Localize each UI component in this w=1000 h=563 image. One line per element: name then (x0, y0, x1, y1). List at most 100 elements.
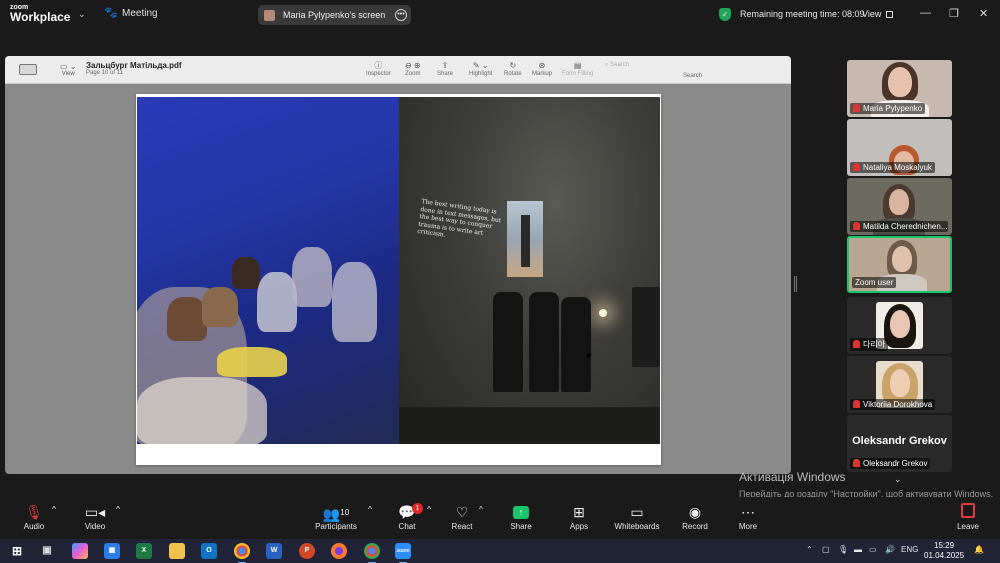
search-placeholder: Search (610, 62, 630, 68)
rotate-button[interactable]: ↻ Rotate (504, 60, 522, 77)
audio-options-caret[interactable]: ^ (48, 505, 60, 514)
participant-tile[interactable]: Viktoriia Dorokhova (847, 356, 952, 413)
zoom-icon[interactable]: zoom (395, 543, 411, 563)
minimize-icon[interactable]: — (920, 7, 931, 19)
zoom-workplace-logo[interactable]: zoom Workplace (10, 4, 70, 23)
more-icon: ⋯ (741, 504, 755, 520)
zoom-label: Zoom (405, 71, 421, 77)
participant-tile[interactable]: Oleksandr Grekov Oleksandr Grekov (847, 415, 952, 472)
close-icon[interactable]: ✕ (979, 7, 988, 20)
mic-muted-icon (853, 222, 860, 230)
windows-taskbar: ⊞ ▣ ▦ X O W P zoom ⌃ ▢ 🎙 ▬ ▭ 🔊 ENG 15:29… (0, 539, 1000, 563)
participants-icon: 👥10 (322, 506, 350, 522)
sidebar-toggle-icon[interactable] (19, 64, 37, 75)
more-options-icon[interactable]: ••• (395, 9, 407, 21)
task-view-icon[interactable]: ▣ (39, 543, 55, 559)
whiteboards-button[interactable]: ▭ Whiteboards (607, 503, 667, 531)
pen-icon: ✎ ⌄ (472, 61, 489, 70)
outlook-icon[interactable]: O (201, 543, 217, 559)
mic-muted-icon (853, 459, 860, 467)
participants-options-caret[interactable]: ^ (364, 505, 376, 514)
react-options-caret[interactable]: ^ (475, 505, 487, 514)
participant-display-name: Oleksandr Grekov (852, 435, 947, 447)
inspector-button[interactable]: ⓘ Inspector (366, 60, 391, 77)
participant-tile[interactable]: 다리아 (847, 297, 952, 354)
meeting-controls: 🎙 Audio ^ ▭◂ Video ^ 👥10 Participants ^ 💬 Ch… (0, 497, 1000, 539)
video-options-caret[interactable]: ^ (112, 505, 124, 514)
powerpoint-icon[interactable]: P (299, 543, 315, 559)
zoom-icon: ⊖ ⊕ (405, 61, 421, 70)
participant-name: Viktoriia Dorokhova (850, 399, 936, 410)
more-button[interactable]: ⋯ More (718, 503, 778, 531)
apps-label: Apps (569, 522, 589, 531)
search-field[interactable]: ⌕ Search (605, 62, 725, 73)
copilot-icon[interactable] (72, 543, 88, 559)
markup-button[interactable]: ⊛ Markup (532, 60, 552, 77)
chevron-down-icon[interactable]: ⌄ (78, 9, 86, 20)
excel-icon[interactable]: X (136, 543, 152, 559)
meeting-menu-button[interactable]: 🐾 Meeting (104, 7, 158, 19)
search-label: Search (683, 73, 703, 79)
view-button[interactable]: View (862, 9, 894, 19)
start-icon[interactable]: ⊞ (9, 543, 25, 559)
remaining-time: Remaining meeting time: 08:09 (740, 9, 865, 19)
page-indicator: Page 10 of 11 (86, 70, 123, 76)
windows-activation-title: Активація Windows (739, 470, 846, 484)
leave-button[interactable]: Leave (938, 503, 998, 531)
screen-share-indicator[interactable]: Maria Pylypenko's screen ••• (258, 5, 411, 25)
system-clock[interactable]: 15:29 01.04.2025 (924, 541, 964, 561)
language-indicator[interactable]: ENG (901, 545, 918, 554)
chevron-up-icon[interactable]: ⌃ (806, 545, 813, 554)
pdf-page: The best writing today is done in text m… (136, 94, 661, 465)
chrome-profile-icon[interactable] (364, 543, 380, 563)
file-explorer-icon[interactable] (169, 543, 185, 559)
form-filling-button[interactable]: ▤ Form Filling (562, 60, 593, 77)
participant-name: Zoom user (852, 277, 897, 288)
participant-name: Matilda Cherednichen... (850, 221, 948, 232)
mic-muted-icon (853, 400, 860, 408)
firefox-icon[interactable] (331, 543, 347, 559)
share-doc-button[interactable]: ⇪ Share (437, 60, 453, 77)
notifications-icon[interactable]: 🔔 (974, 545, 984, 554)
avatar (264, 9, 275, 21)
participants-label: Participants (315, 522, 357, 531)
volume-icon[interactable]: 🔊 (885, 545, 895, 554)
shield-check-icon[interactable]: ✓ (719, 8, 731, 21)
chevron-down-icon[interactable]: ⌄ (894, 474, 902, 485)
video-label: Video (84, 522, 106, 531)
clock-time: 15:29 (934, 541, 955, 550)
participant-tile-active-speaker[interactable]: Zoom user (847, 236, 952, 293)
info-icon: ⓘ (374, 61, 383, 70)
highlight-button[interactable]: ✎ ⌄ Highlight (469, 60, 492, 77)
leave-label: Leave (957, 522, 979, 531)
battery-icon[interactable]: ▭ (869, 545, 877, 554)
record-button[interactable]: ◉ Record (665, 503, 725, 531)
store-icon[interactable]: ▦ (104, 543, 120, 559)
record-icon: ◉ (688, 504, 702, 520)
device-icon[interactable]: ▢ (822, 545, 830, 554)
participant-name: Nataliya Moskalyuk (850, 162, 935, 173)
restore-icon[interactable]: ❐ (949, 7, 959, 20)
participant-tile[interactable]: Matilda Cherednichen... (847, 178, 952, 235)
panel-resize-handle[interactable] (794, 276, 797, 292)
share-button[interactable]: ↑ Share (491, 503, 551, 531)
participant-tile[interactable]: Maria Pylypenko (847, 60, 952, 117)
zoom-button[interactable]: ⊖ ⊕ Zoom (405, 60, 421, 77)
camera-icon[interactable]: ▬ (854, 545, 862, 554)
rotate-label: Rotate (504, 71, 522, 77)
clock-date: 01.04.2025 (924, 551, 965, 560)
apps-button[interactable]: ⊞ Apps (549, 503, 609, 531)
view-menu[interactable]: ▭ ⌄ View (60, 62, 76, 77)
participant-tile[interactable]: Nataliya Moskalyuk (847, 119, 952, 176)
mic-icon[interactable]: 🎙 (838, 545, 848, 554)
participant-gallery: Maria Pylypenko Nataliya Moskalyuk Matil… (847, 60, 952, 472)
participants-button[interactable]: 👥10 Participants (306, 503, 366, 531)
markup-label: Markup (532, 71, 553, 77)
participant-name: Oleksandr Grekov (850, 458, 931, 469)
chat-badge: 1 (412, 503, 423, 514)
chrome-icon[interactable] (234, 543, 250, 563)
word-icon[interactable]: W (266, 543, 282, 559)
chat-label: Chat (398, 522, 416, 531)
sidebar-icon: ▭ ⌄ (60, 62, 77, 71)
view-menu-label: View (61, 71, 75, 77)
